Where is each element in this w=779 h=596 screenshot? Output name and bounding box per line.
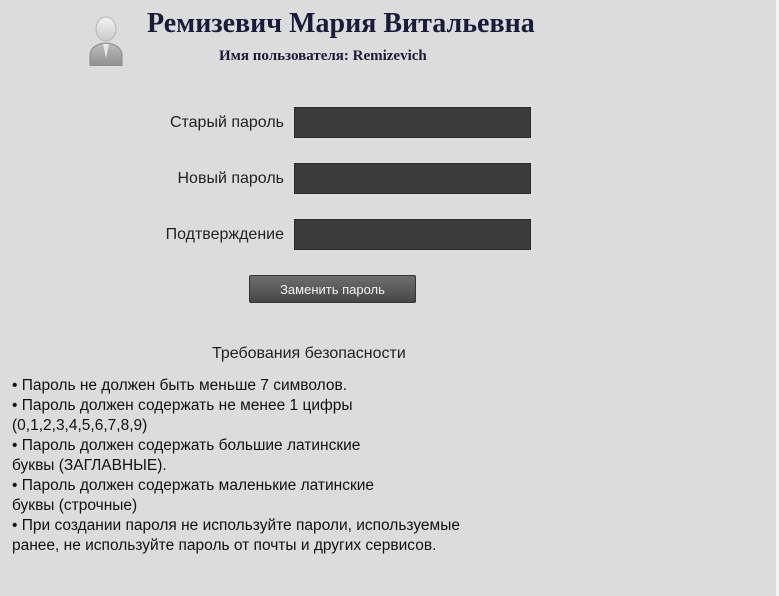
requirements-list: • Пароль не должен быть меньше 7 символо… [12, 376, 652, 556]
requirement-line: • Пароль должен содержать большие латинс… [12, 437, 361, 454]
user-avatar-icon [86, 14, 126, 67]
user-full-name: Ремизевич Мария Витальевна [147, 8, 535, 39]
requirement-line: • При создании пароля не используйте пар… [12, 517, 460, 534]
old-password-input[interactable] [294, 107, 531, 138]
requirement-line: буквы (ЗАГЛАВНЫЕ). [12, 457, 167, 474]
requirements-title: Требования безопасности [212, 345, 406, 362]
requirement-line: ранее, не используйте пароль от почты и … [12, 537, 437, 554]
username-line: Имя пользователя: Remizevich [219, 48, 427, 64]
requirement-line: (0,1,2,3,4,5,6,7,8,9) [12, 417, 148, 434]
new-password-label: Новый пароль [177, 170, 284, 187]
requirement-line: буквы (строчные) [12, 497, 138, 514]
requirement-line: • Пароль должен содержать не менее 1 циф… [12, 397, 353, 414]
requirement-line: • Пароль должен содержать маленькие лати… [12, 477, 375, 494]
confirm-password-label: Подтверждение [165, 226, 284, 243]
change-password-button[interactable]: Заменить пароль [249, 275, 416, 303]
requirement-line: • Пароль не должен быть меньше 7 символо… [12, 377, 348, 394]
new-password-input[interactable] [294, 163, 531, 194]
confirm-password-input[interactable] [294, 219, 531, 250]
old-password-label: Старый пароль [169, 114, 284, 131]
